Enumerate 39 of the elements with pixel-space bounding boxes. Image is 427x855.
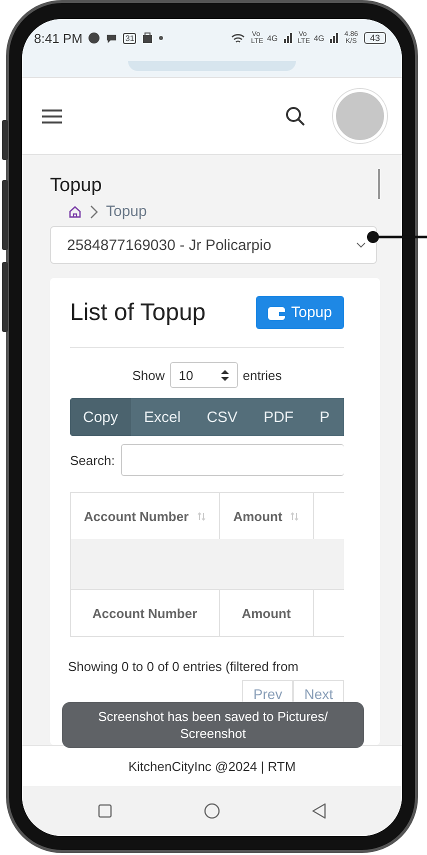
- up-down-icon: [220, 370, 229, 380]
- circle-icon[interactable]: [204, 803, 220, 819]
- signal-icon: [284, 33, 292, 43]
- account-select[interactable]: 2584877169030 - Jr Policarpio: [50, 226, 377, 264]
- breadcrumb-item[interactable]: Topup: [106, 203, 147, 220]
- length-label: entries: [242, 368, 282, 382]
- screenshot-toast: Screenshot has been saved to Pictures/ Screenshot: [62, 702, 364, 748]
- home-icon[interactable]: [68, 204, 82, 218]
- table-info: Showing 0 to 0 of 0 entries (filtered from: [68, 659, 300, 674]
- footer-text: KitchenCityInc @2024 | RTM: [22, 745, 402, 786]
- square-icon[interactable]: [98, 804, 112, 818]
- network-type: 4G: [314, 34, 324, 42]
- signal-icon: [330, 33, 338, 43]
- wallet-icon: [268, 306, 286, 320]
- chat-icon: [106, 32, 118, 44]
- sort-icon: [290, 512, 300, 520]
- calendar-day: 31: [123, 32, 136, 44]
- search-icon[interactable]: [285, 106, 305, 126]
- card-title: List of Topup: [70, 298, 206, 326]
- dot-icon: [159, 36, 164, 40]
- entries-select[interactable]: 10: [170, 362, 238, 388]
- bag-icon: [142, 32, 154, 44]
- topup-button[interactable]: Topup: [256, 296, 344, 329]
- chevron-down-icon: [356, 242, 366, 248]
- sort-icon: [196, 512, 206, 520]
- page-title: Topup: [50, 175, 102, 197]
- wifi-icon: [231, 32, 246, 44]
- column-header[interactable]: Amount: [220, 493, 314, 539]
- status-time: 8:41 PM: [34, 30, 82, 46]
- search-field[interactable]: [120, 444, 344, 476]
- export-button[interactable]: Copy: [70, 398, 132, 436]
- battery-level: 43: [364, 32, 386, 44]
- column-footer: Amount: [220, 590, 314, 636]
- chevron-icon: [90, 204, 98, 218]
- network-type: 4G: [267, 34, 278, 42]
- back-icon[interactable]: [312, 803, 326, 819]
- search-label: Search:: [70, 452, 115, 468]
- menu-icon[interactable]: [42, 108, 62, 124]
- length-label: Show: [132, 368, 165, 382]
